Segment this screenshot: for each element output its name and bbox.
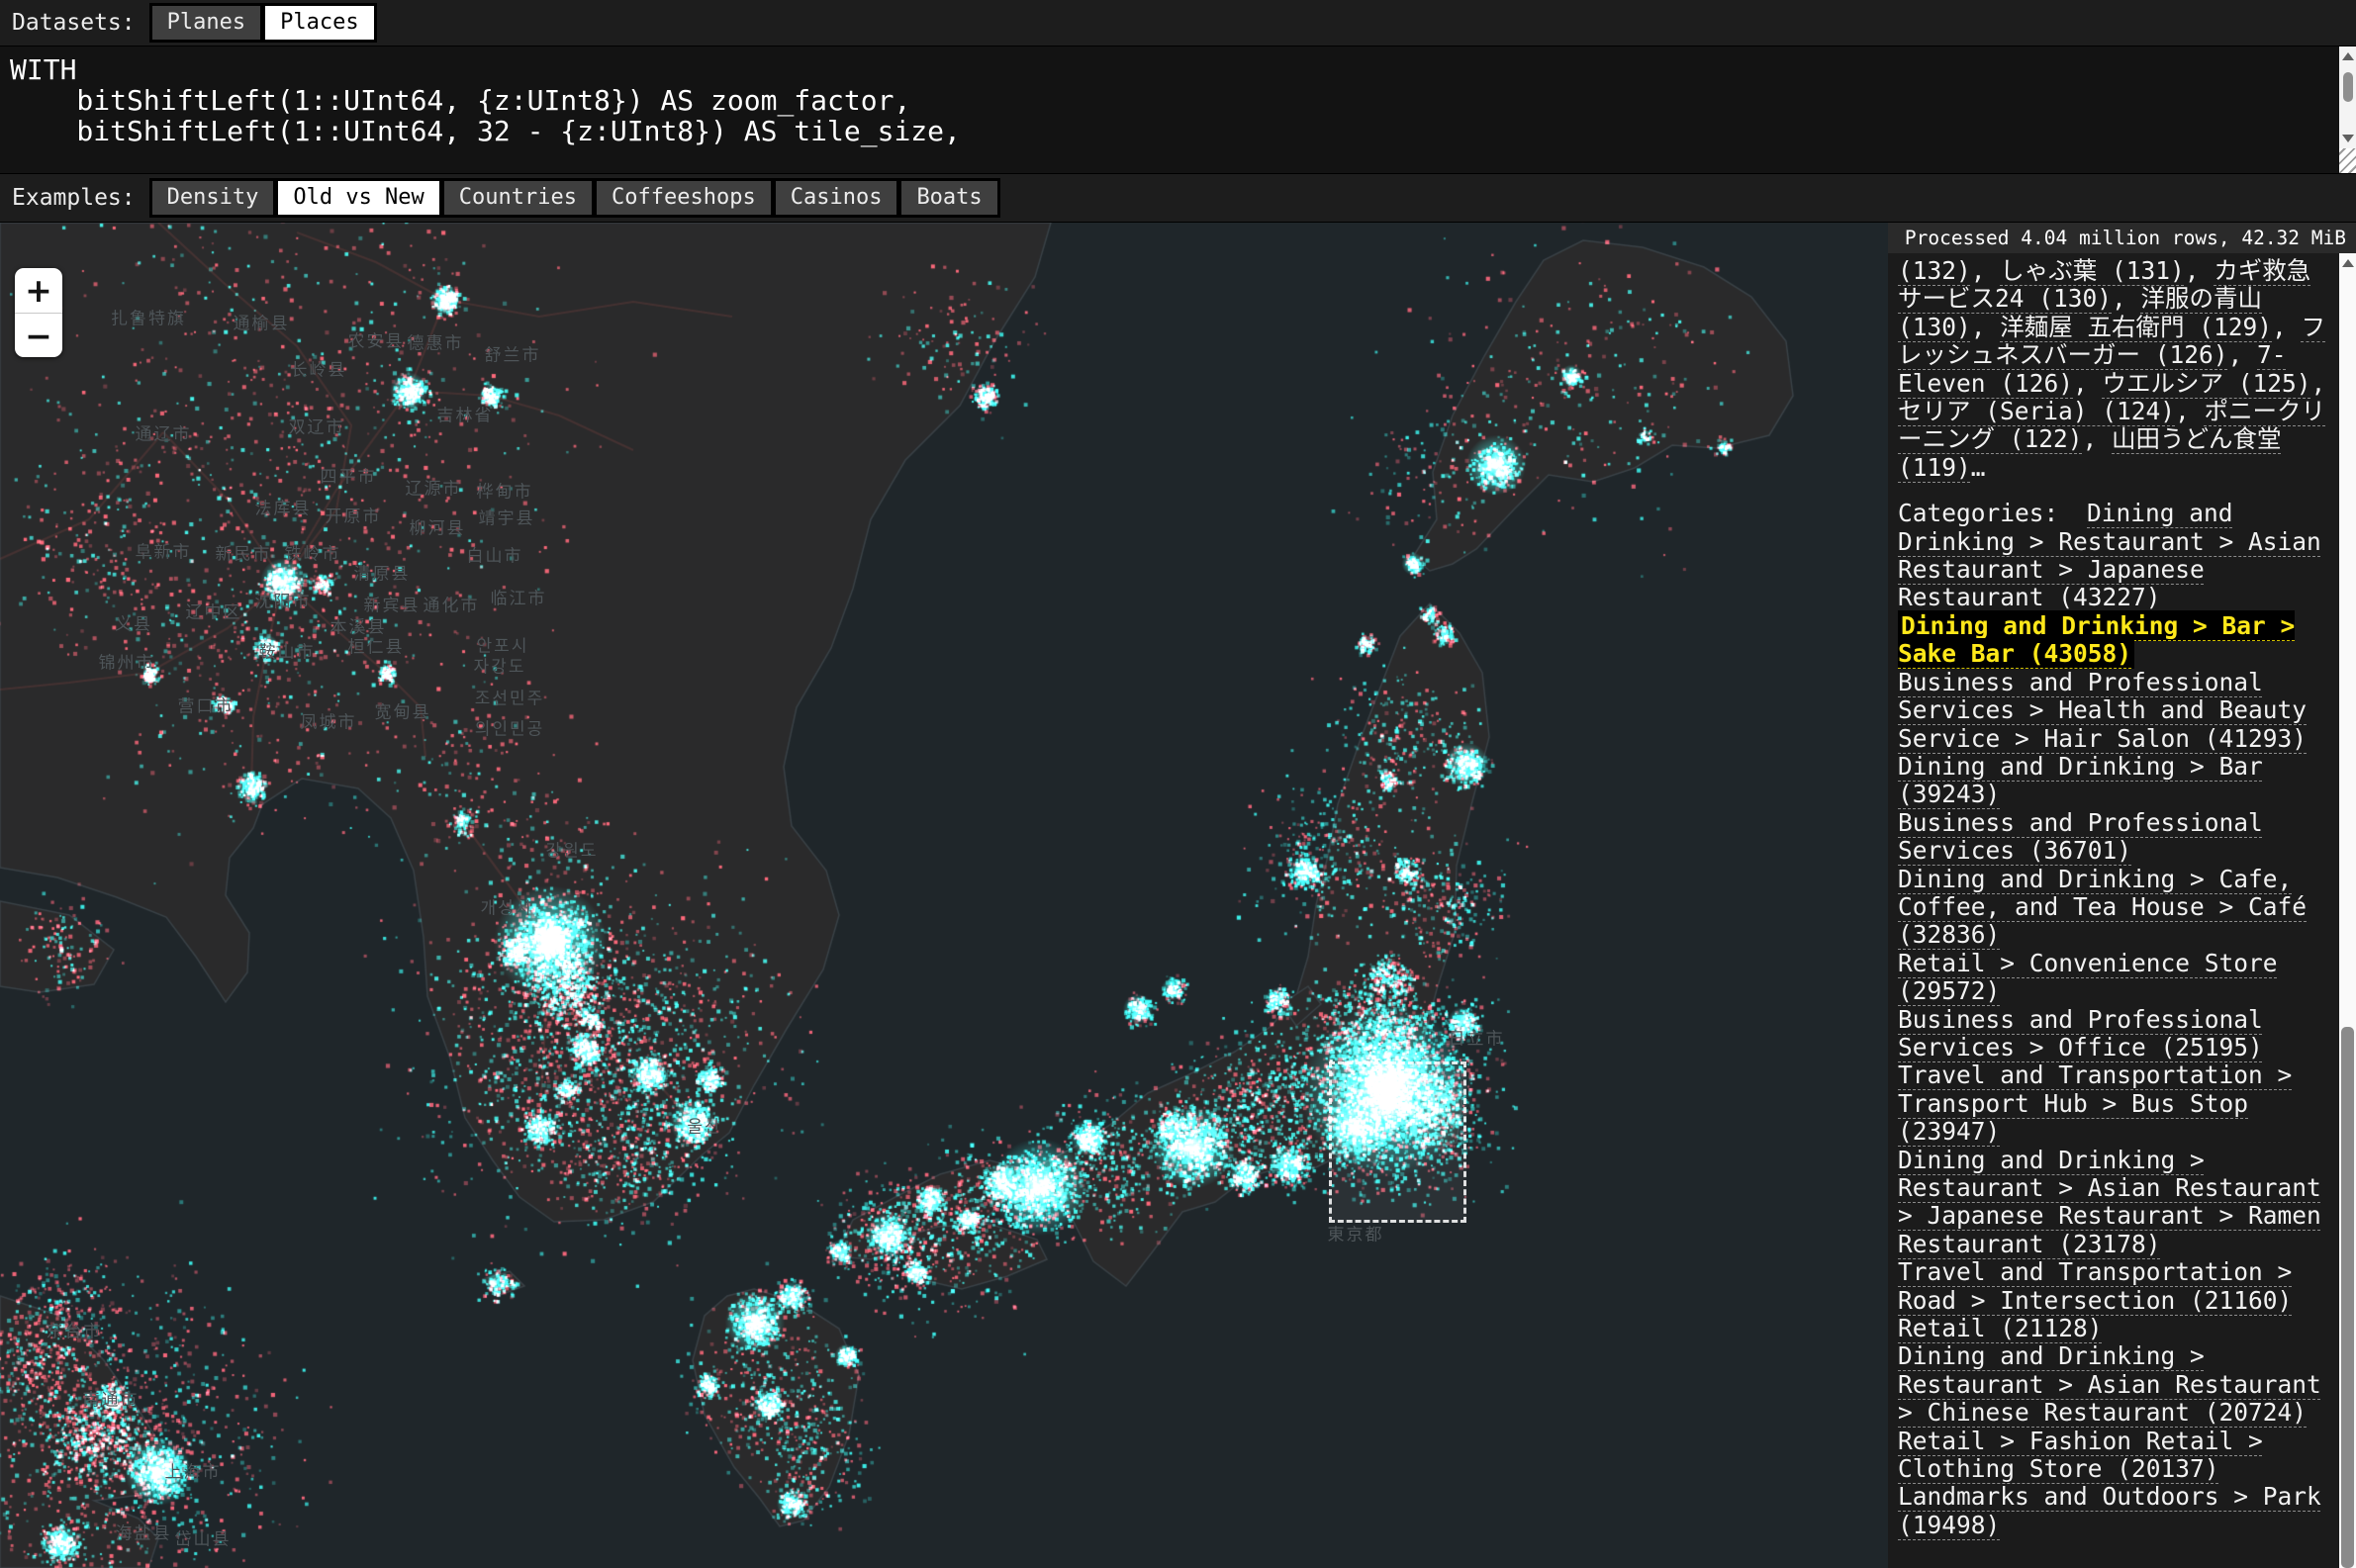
tile-selection-rectangle[interactable] [1329, 1061, 1466, 1223]
category-link[interactable]: Retail (21128) [1898, 1314, 2103, 1342]
example-button-coffeeshops[interactable]: Coffeeshops [597, 181, 771, 215]
name-link[interactable]: 洋麺屋 五右衛門 (129) [2000, 313, 2272, 341]
query-status: Processed 4.04 million rows, 42.32 MiB [1888, 223, 2356, 253]
datasets-bar: Datasets: PlanesPlaces [0, 0, 2356, 46]
category-link[interactable]: Dining and Drinking > Restaurant > Asian… [1898, 1146, 2321, 1258]
category-link[interactable]: Dining and Drinking > Bar (39243) [1898, 752, 2263, 808]
scroll-up-icon[interactable] [2342, 52, 2354, 60]
category-link[interactable]: Retail > Convenience Store (29572) [1898, 949, 2278, 1005]
results-content: (132), しゃぶ葉 (131), カギ救急サービス24 (130), 洋服の… [1888, 253, 2339, 1568]
category-link[interactable]: Business and Professional Services > Hea… [1898, 668, 2307, 753]
zoom-control: + − [15, 268, 62, 357]
example-button-density[interactable]: Density [152, 181, 274, 215]
scroll-down-icon[interactable] [2342, 135, 2354, 142]
zoom-out-button[interactable]: − [15, 313, 62, 357]
example-button-casinos[interactable]: Casinos [776, 181, 897, 215]
category-link[interactable]: Business and Professional Services (3670… [1898, 808, 2263, 865]
name-link[interactable]: (132) [1898, 256, 1971, 285]
example-button-boats[interactable]: Boats [901, 181, 996, 215]
page-scroll-up-icon[interactable] [2342, 259, 2354, 267]
examples-label: Examples: [12, 185, 136, 211]
categories-list: Categories: Dining and Drinking > Restau… [1898, 500, 2329, 1539]
category-link[interactable]: Landmarks and Outdoors > Park (19498) [1898, 1482, 2321, 1538]
query-editor[interactable]: WITH bitShiftLeft(1::UInt64, {z:UInt8}) … [0, 46, 2356, 173]
category-link[interactable]: Retail > Fashion Retail > Clothing Store… [1898, 1427, 2263, 1483]
categories-label: Categories: [1898, 499, 2058, 527]
category-link[interactable]: Travel and Transportation > Transport Hu… [1898, 1061, 2292, 1146]
name-link[interactable]: しゃぶ葉 (131) [2000, 256, 2185, 285]
page-scrollbar[interactable] [2339, 253, 2356, 1568]
name-link[interactable]: ウエルシア (125) [2103, 369, 2311, 398]
example-button-countries[interactable]: Countries [444, 181, 592, 215]
name-link[interactable]: セリア (Seria) (124) [1898, 397, 2175, 425]
editor-scrollbar-thumb[interactable] [2343, 72, 2353, 102]
query-text[interactable]: WITH bitShiftLeft(1::UInt64, {z:UInt8}) … [0, 46, 2356, 146]
datasets-label: Datasets: [12, 10, 136, 36]
category-link[interactable]: Dining and Drinking > Restaurant > Asian… [1898, 1341, 2321, 1427]
editor-scrollbar[interactable] [2339, 46, 2356, 148]
resize-grip-icon[interactable] [2339, 148, 2356, 173]
category-link[interactable]: Dining and Drinking > Bar > Sake Bar (43… [1898, 610, 2295, 669]
dataset-button-places[interactable]: Places [265, 6, 373, 40]
category-link[interactable]: Business and Professional Services > Off… [1898, 1005, 2263, 1061]
examples-bar: Examples: DensityOld vs NewCountriesCoff… [0, 173, 2356, 223]
example-button-old-vs-new[interactable]: Old vs New [278, 181, 438, 215]
category-link[interactable]: Travel and Transportation > Road > Inter… [1898, 1257, 2292, 1314]
category-link[interactable]: Dining and Drinking > Cafe, Coffee, and … [1898, 865, 2307, 950]
top-names-list: (132), しゃぶ葉 (131), カギ救急サービス24 (130), 洋服の… [1898, 257, 2329, 482]
examples-button-group: DensityOld vs NewCountriesCoffeeshopsCas… [149, 178, 1000, 218]
page-scrollbar-thumb[interactable] [2341, 1027, 2354, 1568]
dataset-button-planes[interactable]: Planes [152, 6, 260, 40]
datasets-button-group: PlanesPlaces [149, 3, 377, 43]
results-sidebar: Processed 4.04 million rows, 42.32 MiB (… [1888, 223, 2356, 1568]
zoom-in-button[interactable]: + [15, 268, 62, 313]
